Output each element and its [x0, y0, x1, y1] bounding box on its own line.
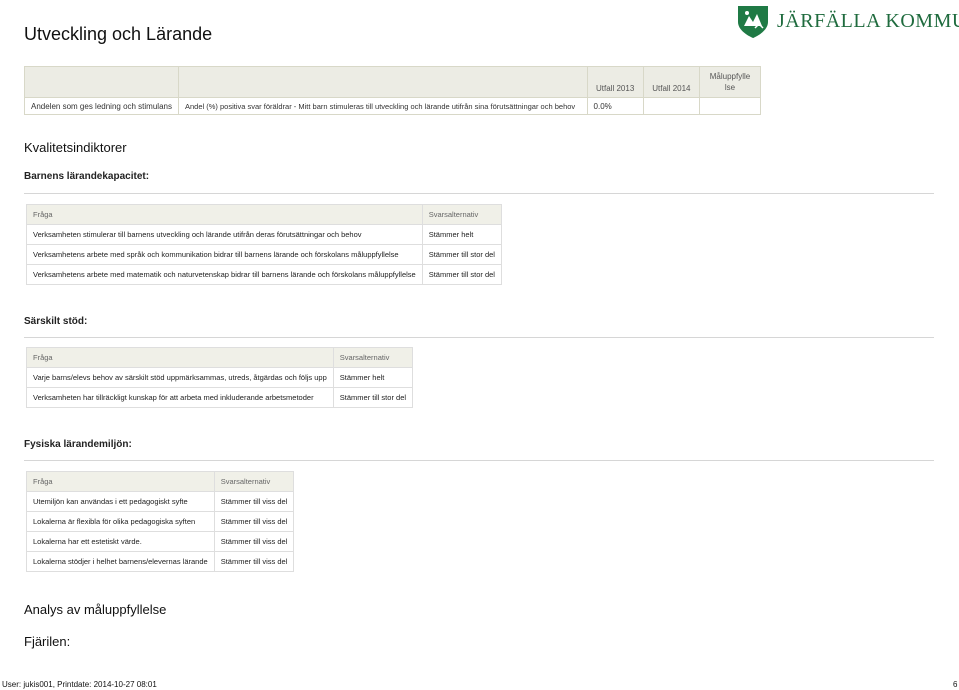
- table-row: Verksamheten har tillräckligt kunskap fö…: [26, 387, 414, 408]
- kpi-col-utfall-2013: Utfall 2013: [586, 66, 644, 98]
- table-row: Lokalerna stödjer i helhet barnens/eleve…: [26, 551, 295, 572]
- question-table-fysiska-larandemiljon: Fråga Svarsalternativ Utemiljön kan anvä…: [26, 471, 295, 572]
- coat-of-arms-icon: [738, 6, 768, 38]
- question-cell: Lokalerna har ett estetiskt värde.: [26, 531, 215, 552]
- print-info: User: jukis001, Printdate: 2014-10-27 08…: [2, 680, 157, 689]
- question-cell: Lokalerna stödjer i helhet barnens/eleve…: [26, 551, 215, 572]
- kpi-row: Andelen som ges ledning och stimulans An…: [24, 97, 761, 115]
- group-title-fysiska-larandemiljon: Fysiska lärandemiljön:: [24, 439, 132, 450]
- divider: [24, 193, 934, 194]
- table-row: Lokalerna är flexibla för olika pedagogi…: [26, 511, 295, 532]
- kpi-table: Utfall 2013 Utfall 2014 Måluppfylle lse …: [24, 66, 761, 115]
- answer-cell: Stämmer till viss del: [213, 551, 295, 572]
- question-cell: Varje barns/elevs behov av särskilt stöd…: [26, 367, 334, 388]
- question-table-larandekapacitet: Fråga Svarsalternativ Verksamheten stimu…: [26, 204, 502, 285]
- analysis-title: Analys av måluppfyllelse: [24, 602, 167, 617]
- answer-cell: Stämmer helt: [421, 224, 502, 245]
- fjarilen-title: Fjärilen:: [24, 634, 71, 649]
- kpi-col-utfall-2014: Utfall 2014: [642, 66, 701, 98]
- answer-cell: Stämmer helt: [332, 367, 414, 388]
- question-cell: Verksamheten stimulerar till barnens utv…: [26, 224, 423, 245]
- answer-cell: Stämmer till stor del: [421, 264, 502, 285]
- table-row: Verksamhetens arbete med matematik och n…: [26, 264, 502, 285]
- table-header-row: Fråga Svarsalternativ: [26, 204, 502, 225]
- table-header-row: Fråga Svarsalternativ: [26, 347, 414, 368]
- table-row: Utemiljön kan användas i ett pedagogiskt…: [26, 491, 295, 512]
- question-cell: Verksamhetens arbete med språk och kommu…: [26, 244, 423, 265]
- divider: [24, 337, 934, 338]
- answer-cell: Stämmer till viss del: [213, 531, 295, 552]
- question-table-sarskilt-stod: Fråga Svarsalternativ Varje barns/elevs …: [26, 347, 414, 408]
- kpi-row-label: Andelen som ges ledning och stimulans: [24, 97, 179, 115]
- kpi-row-value-2013: 0.0%: [586, 97, 644, 115]
- column-header-answer: Svarsalternativ: [332, 347, 414, 368]
- kpi-header-blank-2: [177, 66, 588, 98]
- table-row: Verksamhetens arbete med språk och kommu…: [26, 244, 502, 265]
- column-header-question: Fråga: [26, 347, 334, 368]
- answer-cell: Stämmer till stor del: [332, 387, 414, 408]
- table-row: Lokalerna har ett estetiskt värde. Stämm…: [26, 531, 295, 552]
- page-number: 6: [953, 680, 958, 689]
- logo: JÄRFÄLLA KOMMUN: [735, 4, 959, 40]
- kpi-row-value-2014: [642, 97, 701, 115]
- page-title: Utveckling och Lärande: [24, 24, 213, 44]
- kpi-header-row: Utfall 2013 Utfall 2014 Måluppfylle lse: [24, 66, 761, 98]
- kpi-header-blank: [24, 66, 179, 98]
- column-header-question: Fråga: [26, 471, 215, 492]
- divider: [24, 460, 934, 461]
- answer-cell: Stämmer till viss del: [213, 491, 295, 512]
- group-title-sarskilt-stod: Särskilt stöd:: [24, 316, 88, 327]
- answer-cell: Stämmer till viss del: [213, 511, 295, 532]
- column-header-question: Fråga: [26, 204, 423, 225]
- section-title: Kvalitetsindiktorer: [24, 140, 127, 155]
- table-header-row: Fråga Svarsalternativ: [26, 471, 295, 492]
- kpi-row-target: [699, 97, 761, 115]
- question-cell: Utemiljön kan användas i ett pedagogiskt…: [26, 491, 215, 512]
- column-header-answer: Svarsalternativ: [421, 204, 502, 225]
- table-row: Varje barns/elevs behov av särskilt stöd…: [26, 367, 414, 388]
- question-cell: Verksamhetens arbete med matematik och n…: [26, 264, 423, 285]
- column-header-answer: Svarsalternativ: [213, 471, 295, 492]
- kpi-col-maluppfyllelse: Måluppfylle lse: [699, 66, 761, 98]
- logo-text: JÄRFÄLLA KOMMUN: [777, 10, 959, 32]
- group-title-larandekapacitet: Barnens lärandekapacitet:: [24, 171, 150, 182]
- question-cell: Verksamheten har tillräckligt kunskap fö…: [26, 387, 334, 408]
- table-row: Verksamheten stimulerar till barnens utv…: [26, 224, 502, 245]
- kpi-row-description: Andel (%) positiva svar föräldrar - Mitt…: [177, 97, 588, 115]
- answer-cell: Stämmer till stor del: [421, 244, 502, 265]
- question-cell: Lokalerna är flexibla för olika pedagogi…: [26, 511, 215, 532]
